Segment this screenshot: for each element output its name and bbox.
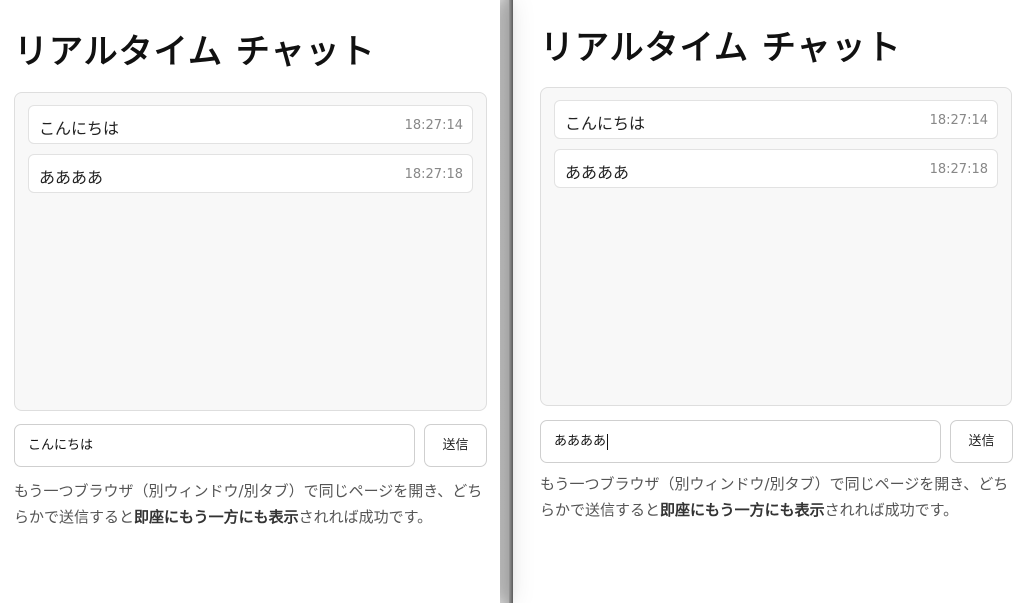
instruction-text-bold: 即座にもう一方にも表示 (134, 508, 299, 526)
message-list[interactable]: こんにちは 18:27:14 ああああ 18:27:18 (14, 92, 487, 411)
message-item: ああああ 18:27:18 (554, 149, 998, 188)
message-text: こんにちは (39, 119, 120, 138)
screen: リアルタイム チャット こんにちは 18:27:14 ああああ 18:27:18… (0, 0, 1024, 603)
window-divider (509, 0, 513, 603)
message-item: こんにちは 18:27:14 (28, 105, 473, 144)
instruction-text: もう一つブラウザ（別ウィンドウ/別タブ）で同じページを開き、どちらかで送信すると… (14, 478, 490, 530)
browser-window-left: リアルタイム チャット こんにちは 18:27:14 ああああ 18:27:18… (0, 0, 500, 603)
message-list[interactable]: こんにちは 18:27:14 ああああ 18:27:18 (540, 87, 1012, 406)
message-text: ああああ (39, 168, 104, 187)
message-timestamp: 18:27:18 (404, 167, 463, 182)
instruction-text-part2: されれば成功です。 (824, 501, 959, 519)
message-timestamp: 18:27:18 (929, 162, 988, 177)
message-input[interactable]: ああああ (540, 420, 941, 463)
send-button[interactable]: 送信 (424, 424, 487, 467)
page-title: リアルタイム チャット (14, 32, 376, 72)
message-text: こんにちは (565, 114, 646, 133)
send-button[interactable]: 送信 (950, 420, 1013, 463)
instruction-text-part2: されれば成功です。 (298, 508, 433, 526)
message-item: ああああ 18:27:18 (28, 154, 473, 193)
browser-window-right: リアルタイム チャット こんにちは 18:27:14 ああああ 18:27:18… (512, 0, 1024, 603)
page-title: リアルタイム チャット (540, 28, 902, 68)
message-input[interactable]: こんにちは (14, 424, 415, 467)
message-timestamp: 18:27:14 (929, 113, 988, 128)
message-input-value: こんにちは (28, 438, 94, 453)
message-input-value: ああああ (554, 434, 607, 449)
text-caret (607, 433, 609, 450)
instruction-text: もう一つブラウザ（別ウィンドウ/別タブ）で同じページを開き、どちらかで送信すると… (540, 471, 1012, 523)
message-timestamp: 18:27:14 (404, 118, 463, 133)
instruction-text-bold: 即座にもう一方にも表示 (660, 501, 825, 519)
message-item: こんにちは 18:27:14 (554, 100, 998, 139)
message-text: ああああ (565, 163, 630, 182)
